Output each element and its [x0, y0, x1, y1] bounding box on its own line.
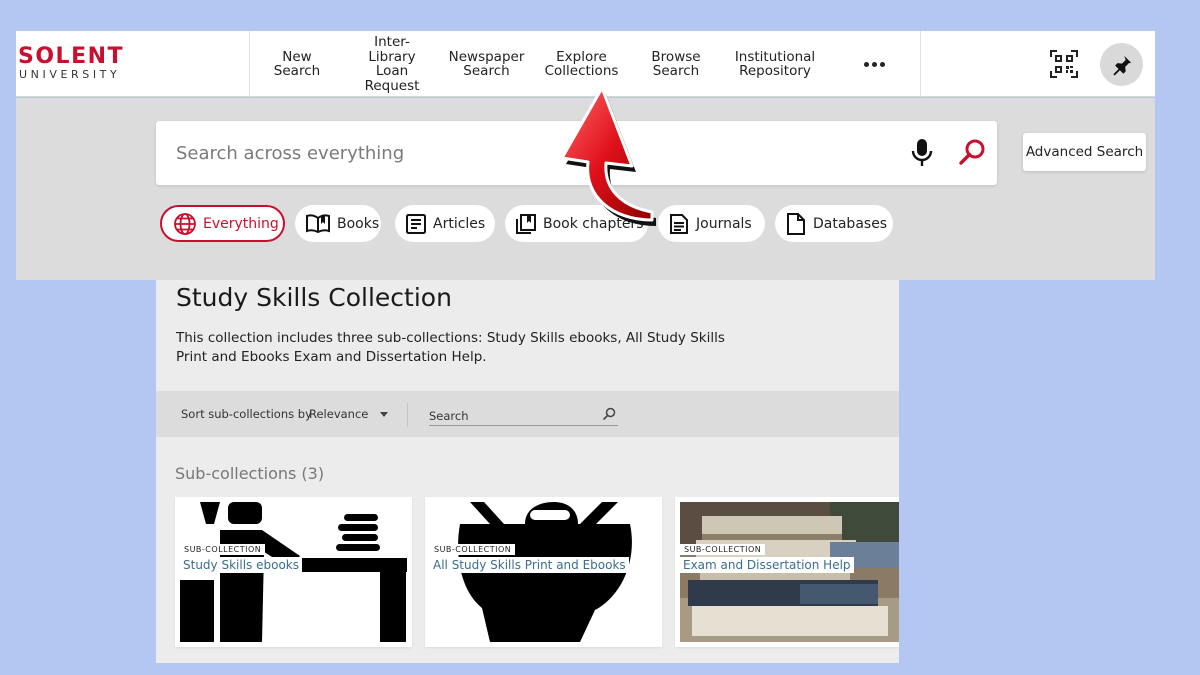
- magnifier-icon[interactable]: [956, 137, 988, 169]
- chip-label: Everything: [203, 215, 279, 232]
- search-icon[interactable]: [602, 407, 616, 421]
- chip-everything[interactable]: Everything: [160, 205, 285, 242]
- collection-description: This collection includes three sub-colle…: [176, 330, 725, 365]
- chip-articles[interactable]: Articles: [395, 205, 495, 242]
- nav-newspaper-search[interactable]: Newspaper Search: [444, 31, 529, 97]
- chip-label: Journals: [696, 215, 752, 232]
- sort-dropdown[interactable]: Relevance: [309, 405, 389, 423]
- book-chapters-icon: [516, 213, 536, 234]
- subcollection-search-placeholder: Search: [429, 409, 469, 423]
- logo-subtitle: UNIVERSITY: [19, 68, 121, 81]
- subcollection-card[interactable]: SUB-COLLECTION All Study Skills Print an…: [425, 497, 662, 647]
- open-book-icon: [306, 213, 330, 233]
- chevron-down-icon: [380, 411, 389, 417]
- sort-value: Relevance: [309, 407, 369, 421]
- advanced-search-button[interactable]: Advanced Search: [1023, 133, 1146, 171]
- pin-icon[interactable]: [1100, 43, 1143, 86]
- nav-institutional-repository[interactable]: Institutional Repository: [723, 31, 827, 97]
- header-divider: [920, 31, 921, 97]
- solent-logo[interactable]: SOLENT UNIVERSITY: [16, 31, 250, 97]
- subcollection-tag: SUB-COLLECTION: [680, 544, 766, 555]
- curved-arrow-annotation: [560, 86, 656, 226]
- subcollection-name[interactable]: Exam and Dissertation Help: [680, 557, 854, 573]
- chip-label: Articles: [433, 215, 486, 232]
- microphone-icon[interactable]: [910, 137, 934, 169]
- subcollection-card[interactable]: SUB-COLLECTION Exam and Dissertation Hel…: [675, 497, 899, 647]
- search-input[interactable]: [176, 139, 876, 167]
- chip-journals[interactable]: Journals: [658, 205, 765, 242]
- subcollection-name[interactable]: Study Skills ebooks: [180, 557, 302, 573]
- chip-books[interactable]: Books: [295, 205, 381, 242]
- collection-title: Study Skills Collection: [176, 283, 452, 312]
- chip-label: Books: [337, 215, 380, 232]
- subcollection-name[interactable]: All Study Skills Print and Ebooks: [430, 557, 629, 573]
- journal-icon: [670, 213, 688, 234]
- nav-new-search[interactable]: New Search: [262, 31, 332, 97]
- subcollections-heading: Sub-collections (3): [175, 464, 325, 483]
- collection-panel: Study Skills Collection This collection …: [156, 280, 899, 663]
- article-icon: [406, 213, 426, 234]
- chip-databases[interactable]: Databases: [775, 205, 893, 242]
- logo-wordmark: SOLENT: [18, 44, 125, 69]
- subcollection-tag: SUB-COLLECTION: [430, 544, 516, 555]
- toolbar-divider: [407, 403, 408, 427]
- globe-icon: [174, 212, 196, 235]
- qr-code-icon[interactable]: [1049, 49, 1079, 79]
- document-icon: [787, 212, 805, 235]
- subcollection-tag: SUB-COLLECTION: [180, 544, 266, 555]
- subcollection-card[interactable]: SUB-COLLECTION Study Skills ebooks: [175, 497, 412, 647]
- chip-label: Databases: [813, 215, 888, 232]
- subcollection-search-input[interactable]: Search: [429, 404, 618, 426]
- nav-inter-library-loan[interactable]: Inter- Library Loan Request: [356, 31, 428, 97]
- more-dots-icon[interactable]: [856, 55, 892, 73]
- sort-toolbar: Sort sub-collections by Relevance Search: [156, 391, 899, 437]
- sort-label: Sort sub-collections by: [181, 407, 312, 421]
